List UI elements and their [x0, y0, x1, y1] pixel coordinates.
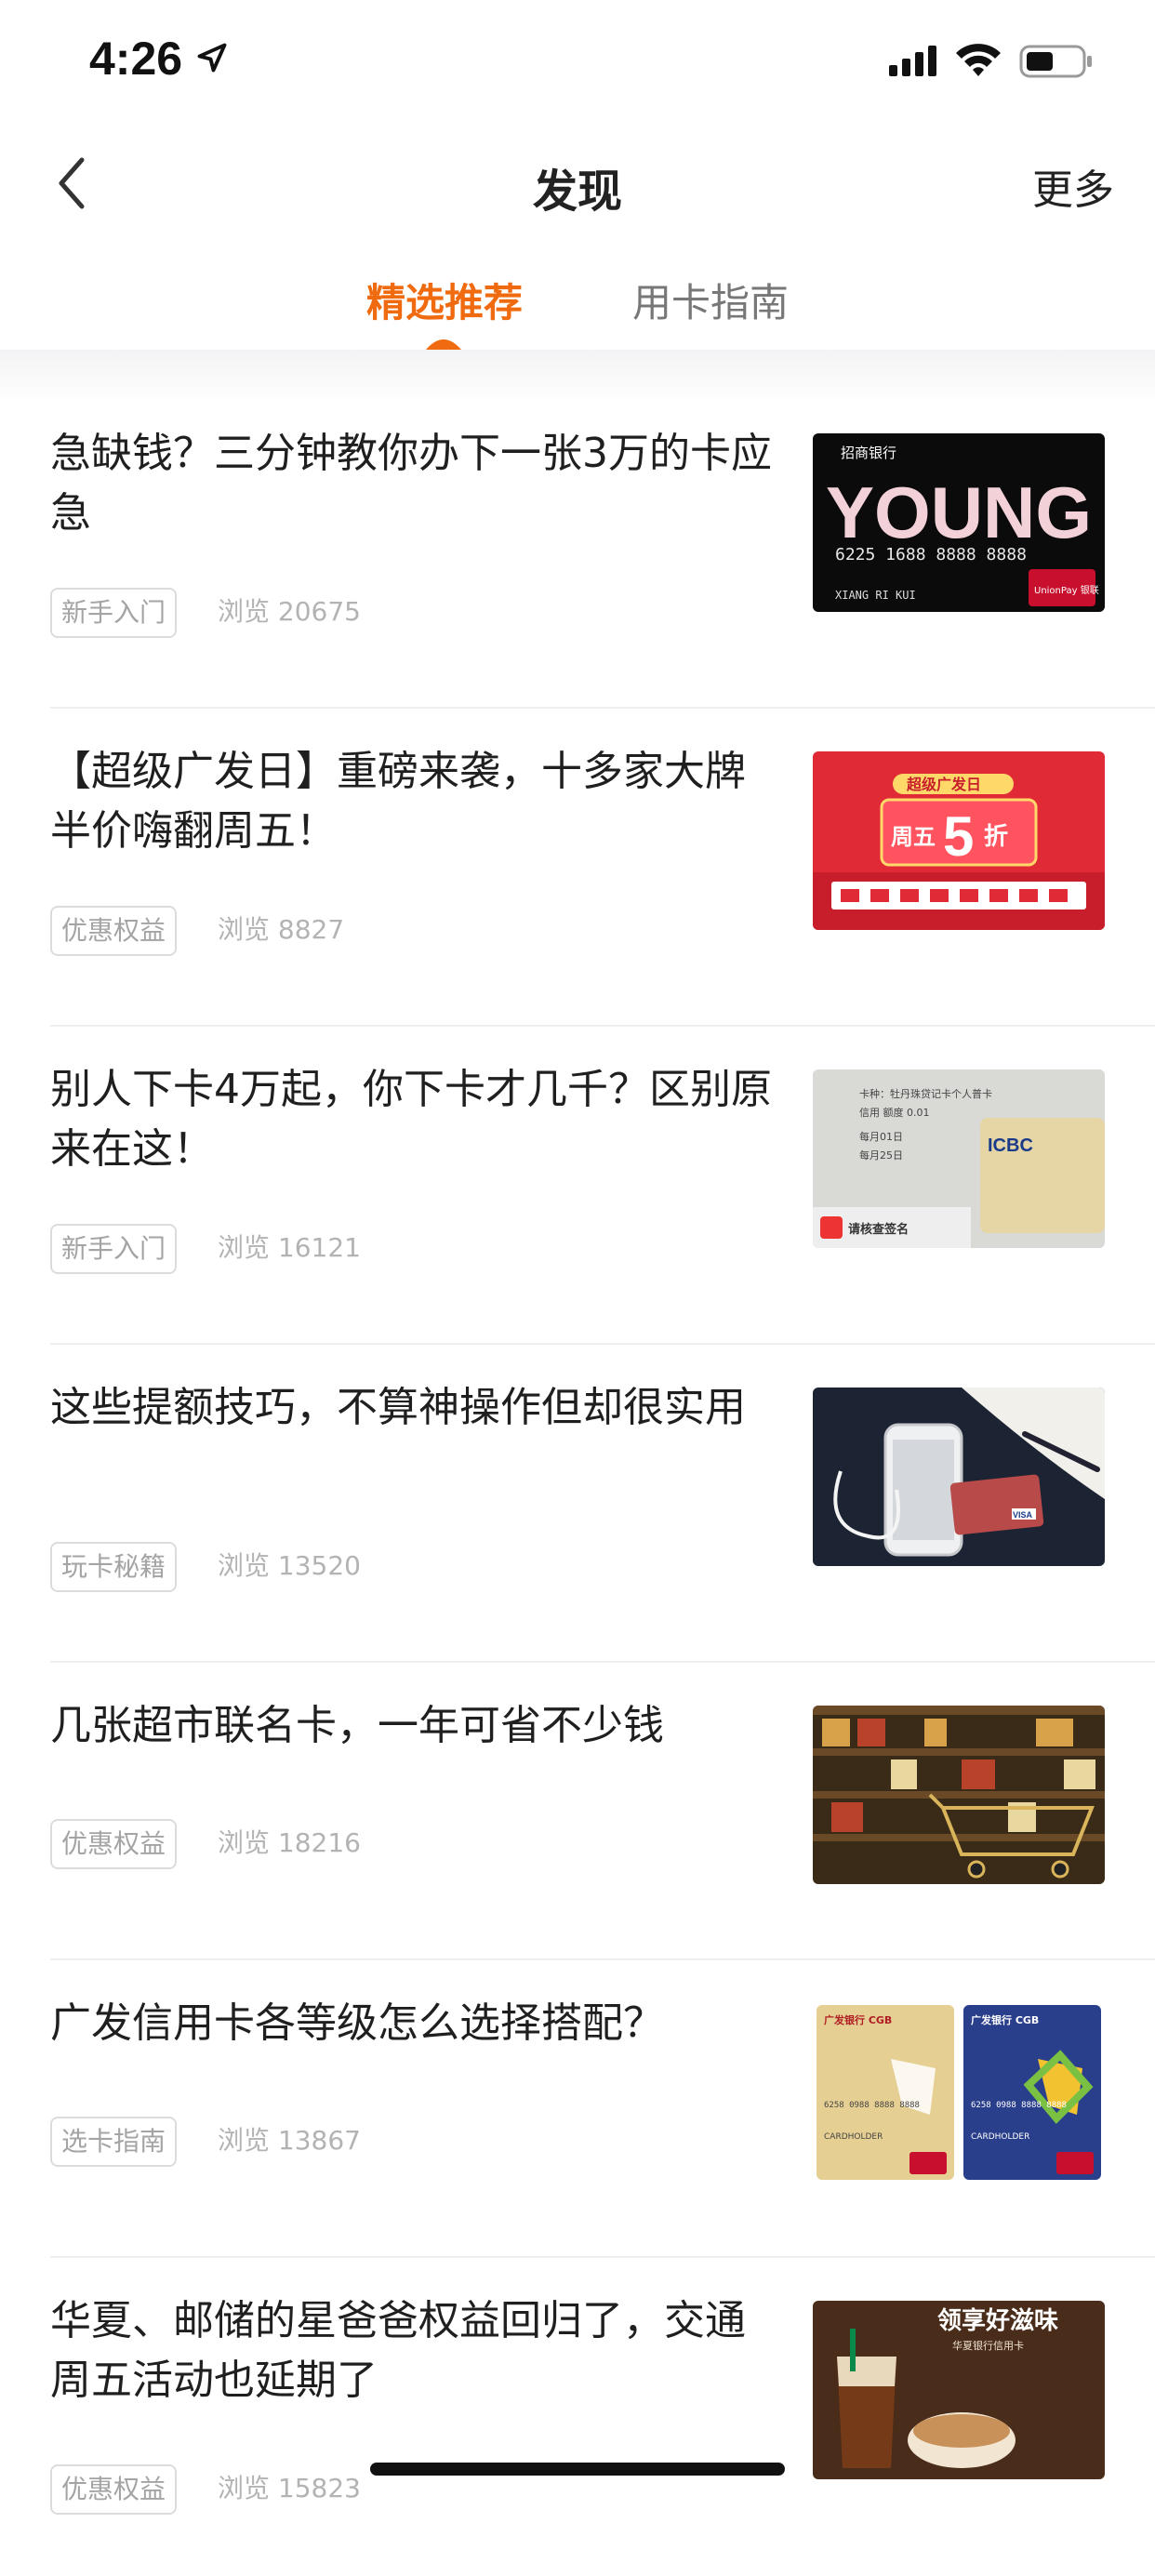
category-tag: 新手入门	[50, 588, 178, 638]
thumb-icbc: ICBC	[988, 1135, 1033, 1156]
article-thumbnail	[813, 1706, 1105, 1884]
tab-featured[interactable]: 精选推荐	[366, 272, 523, 328]
category-tag: 优惠权益	[50, 906, 178, 956]
thumb-discount-num: 5	[943, 805, 974, 868]
thumb-discount-unit: 折	[984, 823, 1008, 851]
view-count: 浏览 15823	[218, 2473, 361, 2503]
thumb-young-text: YOUNG	[826, 471, 1092, 553]
thumb-headline: 领享好滋味	[937, 2306, 1058, 2335]
home-indicator	[370, 2463, 785, 2476]
cellular-signal-icon	[889, 46, 936, 76]
view-count: 浏览 8827	[218, 914, 345, 945]
thumb-holder-gold: CARDHOLDER	[824, 2132, 883, 2142]
thumb-holder-blue: CARDHOLDER	[971, 2132, 1029, 2142]
article-title: 【超级广发日】重磅来袭，十多家大牌半价嗨翻周五！	[50, 748, 746, 855]
article-thumbnail: 超级广发日 周五 5 折	[813, 751, 1105, 930]
article-title: 几张超市联名卡，一年可省不少钱	[50, 1702, 664, 1749]
thumb-day-text: 周五	[891, 824, 936, 850]
article-title: 急缺钱？三分钟教你办下一张3万的卡应急	[50, 430, 772, 537]
view-count: 浏览 16121	[218, 1232, 361, 1263]
list-item[interactable]: 急缺钱？三分钟教你办下一张3万的卡应急 新手入门 浏览 20675 招商银行 Y…	[0, 391, 1155, 709]
article-thumbnail: 卡种：牡丹珠贷记卡个人普卡 信用 额度 0.01 每月01日 每月25日 ICB…	[813, 1069, 1105, 1248]
article-title: 这些提额技巧，不算神操作但却很实用	[50, 1384, 746, 1431]
list-item[interactable]: 【超级广发日】重磅来袭，十多家大牌半价嗨翻周五！ 优惠权益 浏览 8827 超级…	[0, 709, 1155, 1027]
thumb-text-1: 卡种：牡丹珠贷记卡个人普卡	[859, 1087, 992, 1100]
article-thumbnail: 招商银行 YOUNG 6225 1688 8888 8888 XIANG RI …	[813, 433, 1105, 612]
thumb-card-number: 6225 1688 8888 8888	[835, 545, 1027, 564]
list-item[interactable]: 华夏、邮储的星爸爸权益回归了，交通周五活动也延期了 优惠权益 浏览 15823 …	[0, 2258, 1155, 2576]
category-tag: 玩卡秘籍	[50, 1542, 178, 1592]
battery-icon	[1019, 45, 1092, 78]
category-tag: 新手入门	[50, 1224, 178, 1274]
thumb-bank-name: 招商银行	[841, 445, 896, 461]
view-count: 浏览 18216	[218, 1827, 361, 1858]
article-title: 广发信用卡各等级怎么选择搭配？	[50, 1999, 664, 2047]
article-thumbnail: 领享好滋味 华夏银行信用卡	[813, 2301, 1105, 2479]
thumb-number-gold: 6258 0988 8888 8888	[824, 2101, 920, 2110]
view-count: 浏览 20675	[218, 596, 361, 627]
page-title: 发现	[532, 166, 622, 218]
status-time: 4:26	[89, 33, 183, 85]
thumb-bank-gold: 广发银行 CGB	[824, 2013, 892, 2026]
view-count: 浏览 13867	[218, 2125, 361, 2156]
category-tag: 选卡指南	[50, 2117, 178, 2167]
thumb-text-4: 每月25日	[859, 1149, 903, 1162]
tab-bar: 精选推荐 用卡指南	[0, 244, 1155, 350]
active-tab-indicator	[426, 339, 461, 350]
more-button[interactable]: 更多	[1032, 156, 1114, 216]
article-list: 急缺钱？三分钟教你办下一张3万的卡应急 新手入门 浏览 20675 招商银行 Y…	[0, 391, 1155, 2576]
category-tag: 优惠权益	[50, 1819, 178, 1869]
thumb-visa: VISA	[1013, 1510, 1033, 1520]
thumb-text-3: 每月01日	[859, 1130, 903, 1143]
article-title: 别人下卡4万起，你下卡才几千？区别原来在这！	[50, 1066, 772, 1173]
thumb-bank-blue: 广发银行 CGB	[971, 2013, 1039, 2026]
status-bar: 4:26	[0, 0, 1155, 123]
tab-card-guide[interactable]: 用卡指南	[632, 272, 789, 328]
thumb-text-2: 信用 额度 0.01	[859, 1106, 930, 1119]
view-count: 浏览 13520	[218, 1550, 361, 1581]
list-item[interactable]: 几张超市联名卡，一年可省不少钱 优惠权益 浏览 18216	[0, 1663, 1155, 1960]
list-item[interactable]: 广发信用卡各等级怎么选择搭配？ 选卡指南 浏览 13867 广发银行 CGB 广…	[0, 1960, 1155, 2258]
list-item[interactable]: 这些提额技巧，不算神操作但却很实用 玩卡秘籍 浏览 13520 VISA	[0, 1345, 1155, 1663]
thumb-stamp-text: 请核查签名	[848, 1222, 909, 1237]
thumb-number-blue: 6258 0988 8888 8888	[971, 2101, 1067, 2110]
thumb-subline: 华夏银行信用卡	[952, 2339, 1024, 2352]
thumb-card-holder: XIANG RI KUI	[835, 589, 916, 602]
thumb-unionpay: UnionPay 银联	[1034, 584, 1099, 596]
category-tag: 优惠权益	[50, 2464, 178, 2515]
wifi-icon	[956, 44, 1001, 76]
navigation-bar: 发现 更多	[0, 123, 1155, 244]
article-title: 华夏、邮储的星爸爸权益回归了，交通周五活动也延期了	[50, 2297, 746, 2404]
article-thumbnail: VISA	[813, 1388, 1105, 1566]
location-arrow-icon	[197, 43, 227, 73]
list-item[interactable]: 别人下卡4万起，你下卡才几千？区别原来在这！ 新手入门 浏览 16121 卡种：…	[0, 1027, 1155, 1345]
thumb-banner-text: 超级广发日	[906, 776, 981, 793]
article-thumbnail: 广发银行 CGB 广发银行 CGB 6258 0988 8888 8888 62…	[813, 2003, 1105, 2182]
